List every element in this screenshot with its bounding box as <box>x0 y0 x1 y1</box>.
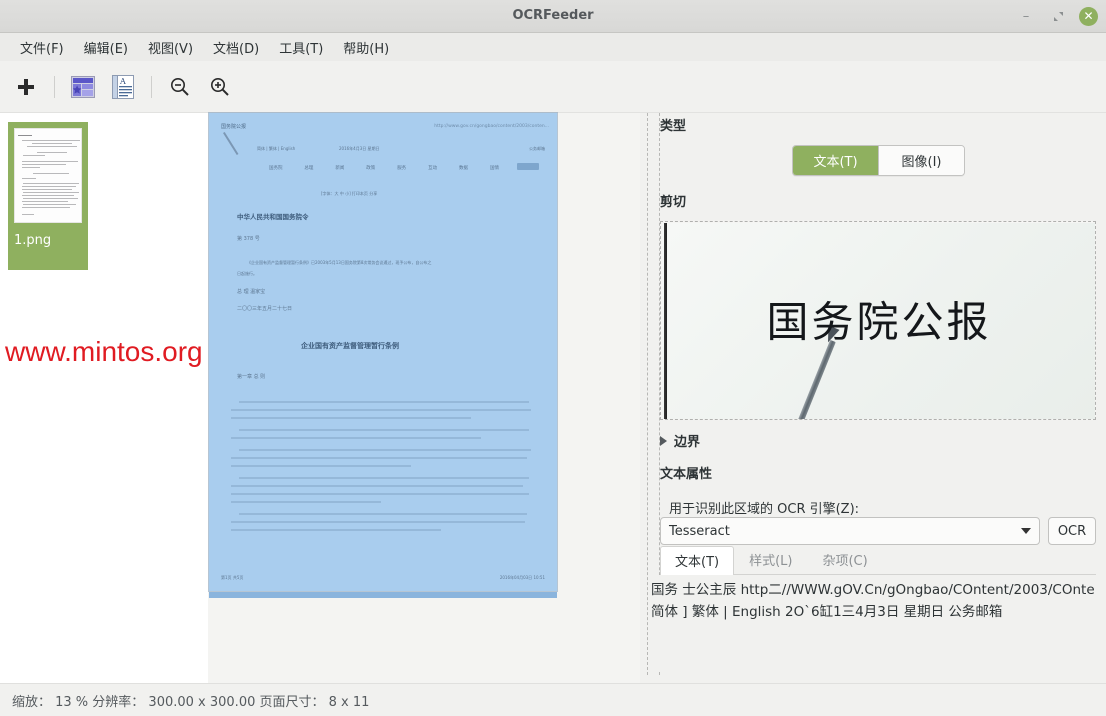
ocr-text-line-1: 国务 士公主辰 http二//WWW.gOV.Cn/gOngbao/COnten… <box>651 582 1094 598</box>
window-title: OCRFeeder <box>512 8 594 23</box>
title-bar: OCRFeeder – ✕ <box>0 0 1106 33</box>
ocr-text-line-2: 简体 ] 繁体 | English 2O`6缸1三4月3日 星期日 公务邮箱 <box>651 604 1003 620</box>
document-text-icon: A <box>112 74 134 99</box>
doc-nav-5: 互动 <box>428 166 438 171</box>
ocr-engine-select[interactable]: Tesseract <box>660 517 1040 545</box>
type-option-image[interactable]: 图像(I) <box>878 146 964 175</box>
menu-bar: 文件(F) 编辑(E) 视图(V) 文档(D) 工具(T) 帮助(H) <box>0 33 1106 61</box>
clip-preview-text: 国务院公报 <box>766 296 992 346</box>
doc-order-no: 第 378 号 <box>237 236 260 242</box>
doc-regulation-title: 企业国有资产监督管理暂行条例 <box>301 342 399 350</box>
document-preview-pane[interactable]: 国务院公报 http://www.gov.cn/gongbao/content/… <box>208 113 640 683</box>
text-attributes-label: 文本属性 <box>660 467 713 482</box>
ocr-engine-value: Tesseract <box>669 523 730 539</box>
doc-nav-row: 国务院 总理 新闻 政策 服务 互动 数据 国情 <box>269 165 499 171</box>
zoom-out-icon <box>171 77 189 96</box>
pencil-icon <box>793 339 836 419</box>
engine-field-label: 用于识别此区域的 OCR 引擎(Z): <box>669 502 860 517</box>
doc-nav-7: 国情 <box>489 166 499 171</box>
restore-icon[interactable] <box>1047 5 1069 27</box>
ocr-text-area[interactable]: 国务 士公主辰 http二//WWW.gOV.Cn/gOngbao/COnten… <box>649 575 1096 671</box>
toolbar: A <box>0 61 1106 113</box>
doc-header-url: http://www.gov.cn/gongbao/content/2003/c… <box>434 124 549 129</box>
doc-nav-1: 总理 <box>304 166 314 171</box>
chevron-down-icon <box>1021 528 1031 534</box>
type-toggle-group: 文本(T) 图像(I) <box>792 145 965 176</box>
thumbnail-pane: 1.png <box>0 113 208 683</box>
doc-sign-label: 总 理 温家宝 <box>237 289 266 295</box>
menu-view[interactable]: 视图(V) <box>138 35 203 60</box>
text-attribute-tabs: 文本(T) 样式(L) 杂项(C) <box>660 546 1096 575</box>
bounds-label: 边界 <box>674 435 701 450</box>
doc-body-2: 日起施行。 <box>237 271 257 276</box>
doc-nav-2: 新闻 <box>335 166 345 171</box>
doc-nav-4: 服务 <box>397 166 407 171</box>
menu-file[interactable]: 文件(F) <box>10 35 74 60</box>
thumbnail-item-1png[interactable]: 1.png <box>8 122 88 270</box>
doc-chapter: 第一章 总 则 <box>237 374 266 380</box>
menu-help[interactable]: 帮助(H) <box>333 35 399 60</box>
zoom-in-button[interactable] <box>200 67 240 107</box>
doc-body-1: 《企业国有资产监督管理暂行条例》已2003年5月13日国务院第8次常务会议通过，… <box>247 260 432 265</box>
zoom-in-icon <box>211 77 229 96</box>
thumbnail-page-image <box>14 128 82 223</box>
doc-header-logo: 国务院公报 <box>221 124 247 130</box>
recognize-layout-button[interactable] <box>63 67 103 107</box>
bounds-expander[interactable]: 边界 <box>660 431 700 450</box>
clip-section-label: 剪切 <box>660 195 687 210</box>
close-icon[interactable]: ✕ <box>1079 6 1098 26</box>
status-text: 缩放： 13 % 分辨率： 300.00 x 300.00 页面尺寸： 8 x … <box>12 694 370 710</box>
doc-mail-label: 公务邮箱 <box>529 146 545 151</box>
doc-footer-right: 2016年04月03日 10:51 <box>499 575 545 580</box>
tab-style[interactable]: 样式(L) <box>734 545 807 574</box>
page-layout-icon <box>71 75 95 98</box>
zoom-out-button[interactable] <box>160 67 200 107</box>
thumbnail-label: 1.png <box>14 233 52 248</box>
doc-footer-left: 第1页 共5页 <box>221 575 244 580</box>
plus-icon <box>18 78 34 95</box>
doc-search-icon <box>517 163 539 170</box>
ocr-button[interactable]: OCR <box>1048 517 1096 545</box>
toolbar-separator-2 <box>151 75 152 98</box>
minimize-icon[interactable]: – <box>1015 5 1037 27</box>
clip-preview-image: 国务院公报 <box>662 223 1095 419</box>
doc-date-bar: 2016年4月3日 星期日 <box>339 146 380 151</box>
toolbar-separator-1 <box>54 75 55 98</box>
doc-title: 中华人民共和国国务院令 <box>237 213 309 221</box>
tab-misc[interactable]: 杂项(C) <box>807 545 882 574</box>
doc-nav-3: 政策 <box>366 166 376 171</box>
add-image-button[interactable] <box>6 67 46 107</box>
menu-edit[interactable]: 编辑(E) <box>74 35 138 60</box>
doc-tool-row: [字体：大 中 小] 打印本页 分享 <box>321 191 378 196</box>
menu-document[interactable]: 文档(D) <box>203 35 269 60</box>
properties-pane: 类型 文本(T) 图像(I) 剪切 国务院公报 边界 文本属性 用于识别此区域的… <box>640 113 1106 683</box>
doc-pencil-icon <box>223 132 239 156</box>
doc-nav-0: 国务院 <box>269 166 283 171</box>
document-horizontal-scrollbar[interactable] <box>209 592 557 598</box>
doc-lang-bar: 简体 | 繁体 | English <box>257 146 296 151</box>
watermark-text: www.mintos.org <box>5 336 203 367</box>
status-bar: 缩放： 13 % 分辨率： 300.00 x 300.00 页面尺寸： 8 x … <box>0 683 1106 716</box>
type-section-label: 类型 <box>660 119 687 134</box>
doc-sign-date: 二〇〇三年五月二十七日 <box>237 306 293 312</box>
type-option-text[interactable]: 文本(T) <box>793 146 878 175</box>
clip-spine <box>664 223 667 419</box>
document-page-selection[interactable]: 国务院公报 http://www.gov.cn/gongbao/content/… <box>209 113 557 591</box>
window-controls: – ✕ <box>1015 0 1098 32</box>
svg-text:A: A <box>119 77 126 86</box>
pane-dashed-divider-outer <box>647 113 648 675</box>
menu-tools[interactable]: 工具(T) <box>269 35 333 60</box>
chevron-right-icon <box>660 435 667 446</box>
recognize-document-button[interactable]: A <box>103 67 143 107</box>
doc-nav-6: 数据 <box>459 166 469 171</box>
tab-text[interactable]: 文本(T) <box>660 546 735 575</box>
clip-preview-box[interactable]: 国务院公报 <box>660 221 1096 420</box>
